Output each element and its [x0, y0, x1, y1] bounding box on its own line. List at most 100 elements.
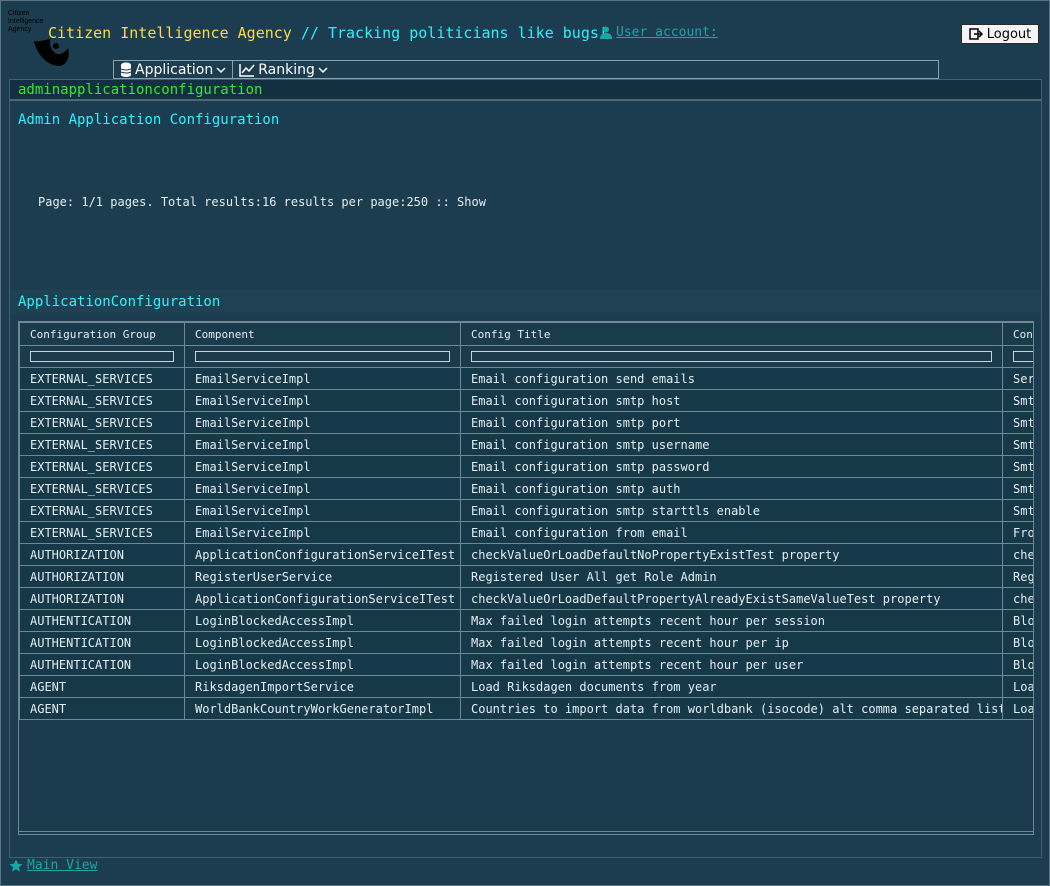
- menu-application-label: Application: [135, 61, 214, 78]
- panel-caption: adminapplicationconfiguration: [10, 80, 1041, 101]
- table-cell: checkValueOrLoadDefaultPropertyAlreadyEx…: [460, 587, 1003, 610]
- main-view-label[interactable]: Main View: [27, 858, 97, 873]
- table-row[interactable]: EXTERNAL_SERVICES EmailServiceImpl Email c…: [19, 477, 1033, 500]
- table-cell: LoginBlockedAccessImpl: [184, 653, 461, 676]
- table-cell: Smt: [1002, 433, 1033, 456]
- table-row[interactable]: AUTHENTICATION LoginBlockedAccessImpl Max …: [19, 653, 1033, 676]
- column-header[interactable]: Con: [1002, 322, 1033, 346]
- column-header[interactable]: Component: [184, 322, 461, 346]
- filter-row: [19, 345, 1033, 368]
- table-cell: LoginBlockedAccessImpl: [184, 609, 461, 632]
- table-cell: Email configuration smtp auth: [460, 477, 1003, 500]
- chevron-down-icon: [318, 66, 328, 73]
- table-cell: checkValueOrLoadDefaultNoPropertyExistTe…: [460, 543, 1003, 566]
- table-cell: RiksdagenImportService: [184, 675, 461, 698]
- horizontal-scrollbar[interactable]: [19, 831, 1033, 834]
- filter-input[interactable]: [30, 351, 174, 362]
- logo-bird-icon: [33, 38, 69, 66]
- app-tagline: // Tracking politicians like bugs!: [300, 24, 608, 42]
- table-cell: ApplicationConfigurationServiceITest: [184, 543, 461, 566]
- table-cell: EmailServiceImpl: [184, 411, 461, 434]
- table-cell: AUTHENTICATION: [19, 609, 185, 632]
- table-cell: Email configuration smtp host: [460, 389, 1003, 412]
- table-cell: Email configuration smtp username: [460, 433, 1003, 456]
- sign-out-icon: [968, 28, 983, 40]
- table-cell: Countries to import data from worldbank …: [460, 697, 1003, 720]
- table-cell: EmailServiceImpl: [184, 477, 461, 500]
- table-row[interactable]: EXTERNAL_SERVICES EmailServiceImpl Email c…: [19, 499, 1033, 522]
- table-cell: Email configuration smtp starttls enable: [460, 499, 1003, 522]
- app-title: Citizen Intelligence Agency // Tracking …: [48, 24, 608, 42]
- table-cell: Loa: [1002, 675, 1033, 698]
- table-cell: AGENT: [19, 675, 185, 698]
- table-cell: Registered User All get Role Admin: [460, 565, 1003, 588]
- section-title: ApplicationConfiguration: [18, 294, 221, 310]
- filter-input[interactable]: [195, 351, 450, 362]
- star-icon: [9, 859, 23, 872]
- table-row[interactable]: EXTERNAL_SERVICES EmailServiceImpl Email c…: [19, 433, 1033, 456]
- table-cell: Email configuration smtp port: [460, 411, 1003, 434]
- main-view-link[interactable]: Main View: [9, 858, 97, 873]
- table-cell: EXTERNAL_SERVICES: [19, 499, 185, 522]
- page-heading: Admin Application Configuration: [18, 112, 280, 128]
- cia-logo: Citizen Intelligence Agency: [8, 10, 78, 75]
- table-cell: Blo: [1002, 609, 1033, 632]
- chevron-down-icon: [216, 66, 226, 73]
- table-cell: Loa: [1002, 697, 1033, 720]
- table-row[interactable]: AUTHENTICATION LoginBlockedAccessImpl Max …: [19, 631, 1033, 654]
- filter-input[interactable]: [471, 351, 992, 362]
- menu-ranking[interactable]: Ranking: [233, 61, 334, 78]
- table-cell: AUTHENTICATION: [19, 631, 185, 654]
- table-row[interactable]: AUTHENTICATION LoginBlockedAccessImpl Max …: [19, 609, 1033, 632]
- user-account[interactable]: User account:: [600, 25, 718, 40]
- table-row[interactable]: AGENT WorldBankCountryWorkGeneratorImpl Co…: [19, 697, 1033, 720]
- table-cell: AGENT: [19, 697, 185, 720]
- table-row[interactable]: AUTHORIZATION ApplicationConfigurationSer…: [19, 543, 1033, 566]
- table-row[interactable]: EXTERNAL_SERVICES EmailServiceImpl Email c…: [19, 389, 1033, 412]
- table-cell: Smt: [1002, 389, 1033, 412]
- table-cell: Max failed login attempts recent hour pe…: [460, 609, 1003, 632]
- column-header[interactable]: Configuration Group: [19, 322, 185, 346]
- user-account-link[interactable]: User account:: [616, 25, 718, 40]
- logout-label: Logout: [986, 26, 1032, 42]
- main-panel: adminapplicationconfiguration Admin Appl…: [9, 79, 1042, 858]
- table-cell: EXTERNAL_SERVICES: [19, 521, 185, 544]
- table-row[interactable]: AGENT RiksdagenImportService Load Riksdage…: [19, 675, 1033, 698]
- table-cell: Max failed login attempts recent hour pe…: [460, 653, 1003, 676]
- table-cell: EmailServiceImpl: [184, 499, 461, 522]
- table-cell: Smt: [1002, 411, 1033, 434]
- menu-application[interactable]: Application: [114, 61, 234, 78]
- column-header[interactable]: Config Title: [460, 322, 1003, 346]
- table-cell: RegisterUserService: [184, 565, 461, 588]
- table-row[interactable]: EXTERNAL_SERVICES EmailServiceImpl Email c…: [19, 521, 1033, 544]
- table-cell: EXTERNAL_SERVICES: [19, 455, 185, 478]
- table-cell: AUTHORIZATION: [19, 587, 185, 610]
- table-cell: Email configuration smtp password: [460, 455, 1003, 478]
- table-row[interactable]: EXTERNAL_SERVICES EmailServiceImpl Email c…: [19, 367, 1033, 390]
- table-cell: LoginBlockedAccessImpl: [184, 631, 461, 654]
- config-table: Configuration Group Component Config Tit…: [19, 322, 1033, 720]
- app-title-name: Citizen Intelligence Agency: [48, 24, 292, 42]
- table-row[interactable]: EXTERNAL_SERVICES EmailServiceImpl Email c…: [19, 455, 1033, 478]
- table-cell: Max failed login attempts recent hour pe…: [460, 631, 1003, 654]
- table-cell: AUTHENTICATION: [19, 653, 185, 676]
- table-cell: Ser: [1002, 367, 1033, 390]
- table-row[interactable]: EXTERNAL_SERVICES EmailServiceImpl Email c…: [19, 411, 1033, 434]
- user-icon: [600, 26, 612, 39]
- table-cell: EXTERNAL_SERVICES: [19, 411, 185, 434]
- table-cell: Reg: [1002, 565, 1033, 588]
- table-cell: EXTERNAL_SERVICES: [19, 367, 185, 390]
- table-row[interactable]: AUTHORIZATION RegisterUserService Register…: [19, 565, 1033, 588]
- table-cell: EXTERNAL_SERVICES: [19, 477, 185, 500]
- table-cell: Blo: [1002, 631, 1033, 654]
- table-cell: EXTERNAL_SERVICES: [19, 389, 185, 412]
- logout-button[interactable]: Logout: [961, 24, 1039, 44]
- table-row[interactable]: AUTHORIZATION ApplicationConfigurationSer…: [19, 587, 1033, 610]
- menu-bar: Application Ranking: [113, 60, 939, 79]
- database-icon: [120, 62, 132, 77]
- table-body: EXTERNAL_SERVICES EmailServiceImpl Email c…: [19, 367, 1033, 720]
- table-cell: EmailServiceImpl: [184, 521, 461, 544]
- table-cell: EmailServiceImpl: [184, 455, 461, 478]
- filter-input[interactable]: [1013, 351, 1033, 362]
- table-cell: ApplicationConfigurationServiceITest: [184, 587, 461, 610]
